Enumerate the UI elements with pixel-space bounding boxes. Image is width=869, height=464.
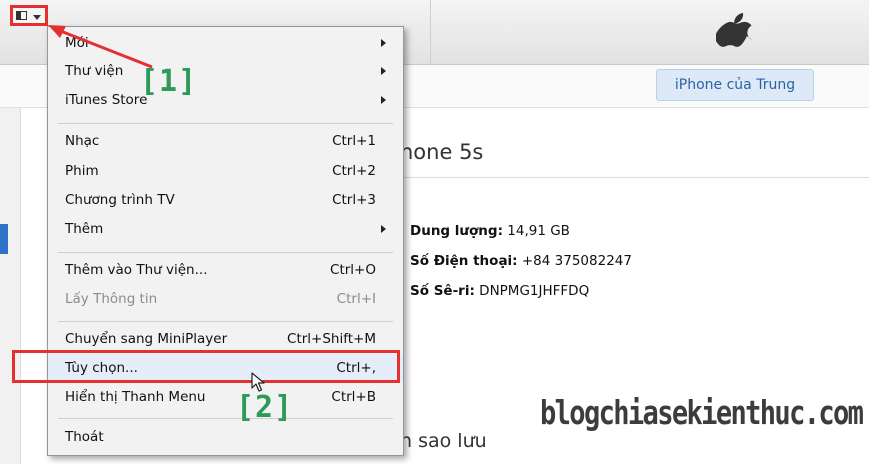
main-menu-button[interactable]: [10, 5, 48, 26]
menu-item-tv-shows[interactable]: Chương trình TV Ctrl+3: [48, 186, 403, 214]
menu-item-itunes-store[interactable]: iTunes Store: [48, 86, 403, 114]
toolbar-divider: [430, 0, 431, 64]
annotation-step-2: [2]: [236, 390, 294, 425]
menu-item-shortcut: Ctrl+O: [330, 262, 376, 278]
backup-section-title: n sao lưu: [400, 430, 487, 452]
device-title: hone 5s: [400, 140, 484, 164]
submenu-arrow-icon: [381, 39, 386, 47]
highlight-box-preferences: [12, 350, 400, 383]
menu-item-more[interactable]: Thêm: [48, 215, 403, 243]
menu-item-movies[interactable]: Phim Ctrl+2: [48, 157, 403, 185]
window-icon: [16, 11, 27, 20]
menu-item-music[interactable]: Nhạc Ctrl+1: [48, 127, 403, 155]
menu-item-shortcut: Ctrl+1: [332, 133, 376, 149]
menu-item-label: Thoát: [65, 429, 104, 445]
menu-item-shortcut: Ctrl+I: [336, 291, 376, 307]
menu-item-label: Lấy Thông tin: [65, 291, 158, 307]
menu-item-label: iTunes Store: [65, 92, 148, 108]
menu-item-miniplayer[interactable]: Chuyển sang MiniPlayer Ctrl+Shift+M: [48, 325, 403, 353]
chevron-down-icon: [33, 15, 41, 20]
submenu-arrow-icon: [381, 225, 386, 233]
device-button[interactable]: iPhone của Trung: [656, 69, 814, 101]
serial-label: Số Sê-ri:: [410, 283, 475, 299]
menu-separator: [58, 321, 393, 322]
main-menu-dropdown: Mới Thư viện iTunes Store Nhạc Ctrl+1 Ph…: [47, 26, 404, 456]
sidebar: [0, 108, 21, 464]
phone-row: Số Điện thoại: +84 375082247: [410, 253, 632, 269]
phone-label: Số Điện thoại:: [410, 253, 518, 269]
sidebar-selected-indicator: [0, 224, 8, 254]
menu-item-library[interactable]: Thư viện: [48, 57, 403, 85]
apple-logo-icon: [716, 13, 752, 47]
menu-item-label: Thêm: [65, 221, 104, 237]
capacity-row: Dung lượng: 14,91 GB: [410, 223, 570, 239]
menu-item-shortcut: Ctrl+B: [331, 389, 376, 405]
capacity-label: Dung lượng:: [410, 223, 503, 239]
submenu-arrow-icon: [381, 96, 386, 104]
menu-item-label: Nhạc: [65, 133, 100, 149]
menu-item-new[interactable]: Mới: [48, 29, 403, 57]
annotation-step-1: [1]: [140, 64, 198, 99]
menu-item-label: Chương trình TV: [65, 192, 175, 208]
watermark: blogchiasekienthuc.com: [540, 393, 864, 432]
menu-item-get-info[interactable]: Lấy Thông tin Ctrl+I: [48, 285, 403, 313]
menu-item-show-menu-bar[interactable]: Hiển thị Thanh Menu Ctrl+B: [48, 383, 403, 411]
capacity-value: 14,91 GB: [507, 223, 570, 239]
menu-item-label: Chuyển sang MiniPlayer: [65, 331, 228, 347]
menu-separator: [58, 252, 393, 253]
divider: [400, 177, 869, 178]
menu-item-add-to-library[interactable]: Thêm vào Thư viện... Ctrl+O: [48, 256, 403, 284]
menu-item-label: Phim: [65, 163, 99, 179]
submenu-arrow-icon: [381, 67, 386, 75]
phone-value: +84 375082247: [521, 253, 632, 269]
menu-item-label: Hiển thị Thanh Menu: [65, 389, 206, 405]
menu-item-label: Thư viện: [65, 63, 124, 79]
menu-item-exit[interactable]: Thoát: [48, 423, 403, 451]
menu-item-shortcut: Ctrl+Shift+M: [287, 331, 376, 347]
menu-item-shortcut: Ctrl+2: [332, 163, 376, 179]
menu-separator: [58, 123, 393, 124]
serial-row: Số Sê-ri: DNPMG1JHFFDQ: [410, 283, 589, 299]
mouse-cursor-icon: [251, 372, 265, 392]
serial-value: DNPMG1JHFFDQ: [479, 283, 590, 299]
menu-item-label: Mới: [65, 35, 89, 51]
menu-item-label: Thêm vào Thư viện...: [65, 262, 208, 278]
menu-separator: [58, 418, 393, 419]
menu-item-shortcut: Ctrl+3: [332, 192, 376, 208]
